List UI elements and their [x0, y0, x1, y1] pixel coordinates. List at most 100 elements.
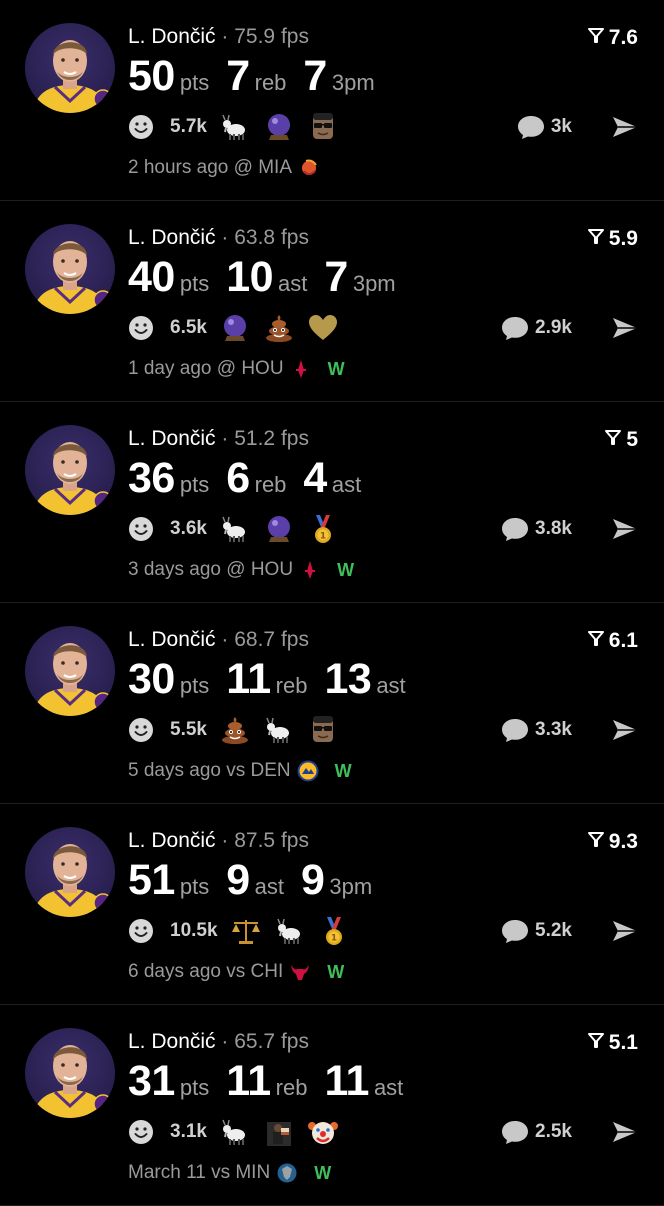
player-photo-icon: [33, 241, 113, 314]
comments-button[interactable]: 3k: [517, 113, 572, 141]
person-with-cake-emoji[interactable]: [263, 1116, 295, 1148]
goat-emoji[interactable]: [219, 1116, 251, 1148]
score-badge[interactable]: 5.1: [587, 1030, 638, 1056]
opponent-name[interactable]: MIA: [258, 157, 292, 179]
share-button[interactable]: [610, 514, 640, 544]
stat-item: 13 ast: [324, 656, 405, 702]
score-badge[interactable]: 5.9: [587, 226, 638, 252]
smiley-face-icon: [129, 718, 153, 742]
player-avatar[interactable]: [25, 425, 115, 515]
poop-emoji[interactable]: [219, 714, 251, 746]
player-photo-icon: [33, 40, 113, 113]
player-photo-icon: [33, 1045, 113, 1118]
stat-item: 10 ast: [226, 254, 307, 300]
score-badge[interactable]: 5: [604, 427, 638, 453]
crystal-ball-emoji[interactable]: [263, 513, 295, 545]
smiley-reaction-icon[interactable]: [128, 717, 162, 743]
goat-emoji[interactable]: [263, 714, 295, 746]
player-avatar[interactable]: [25, 626, 115, 716]
stat-unit: 3pm: [331, 70, 375, 95]
sunglasses-person-emoji[interactable]: [307, 714, 339, 746]
paper-plane-icon: [613, 1122, 637, 1142]
stat-value: 7: [324, 253, 348, 301]
smiley-face-icon: [129, 1120, 153, 1144]
comments-button[interactable]: 2.5k: [501, 1118, 572, 1146]
player-avatar[interactable]: [25, 224, 115, 314]
paper-plane-icon: [613, 318, 637, 338]
share-button[interactable]: [610, 715, 640, 745]
smiley-reaction-icon[interactable]: [128, 1119, 162, 1145]
smiley-reaction-icon[interactable]: [128, 315, 162, 341]
venue-prefix: vs: [226, 760, 246, 781]
score-badge[interactable]: 9.3: [587, 829, 638, 855]
smiley-reaction-icon[interactable]: [128, 918, 162, 944]
comments-button[interactable]: 2.9k: [501, 314, 572, 342]
game-post-card[interactable]: L. Dončić · 75.9 fps 7.6 50 pts 7 reb 7 3pm…: [0, 0, 664, 201]
opponent-name[interactable]: HOU: [241, 358, 283, 380]
stat-item: 36 pts: [128, 455, 209, 501]
filter-score-icon: [587, 226, 605, 252]
crystal-ball-emoji[interactable]: [263, 111, 295, 143]
player-name[interactable]: L. Dončić: [128, 427, 216, 450]
player-name[interactable]: L. Dončić: [128, 829, 216, 852]
player-name[interactable]: L. Dončić: [128, 25, 216, 48]
game-post-card[interactable]: L. Dončić · 65.7 fps 5.1 31 pts 11 reb 11 a…: [0, 1005, 664, 1206]
gold-medal-emoji[interactable]: 1: [307, 513, 339, 545]
opponent-name[interactable]: CHI: [251, 961, 284, 983]
fps-rating: 75.9 fps: [234, 25, 309, 48]
separator: ·: [221, 226, 229, 249]
fps-rating: 87.5 fps: [234, 829, 309, 852]
player-avatar[interactable]: [25, 827, 115, 917]
player-name[interactable]: L. Dončić: [128, 1030, 216, 1053]
share-button[interactable]: [610, 916, 640, 946]
gold-heart-emoji[interactable]: [307, 312, 339, 344]
score-value: 6.1: [608, 629, 638, 652]
comments-button[interactable]: 5.2k: [501, 917, 572, 945]
player-name[interactable]: L. Dončić: [128, 628, 216, 651]
goat-emoji[interactable]: [274, 915, 306, 947]
comments-button[interactable]: 3.8k: [501, 515, 572, 543]
stat-line: 40 pts 10 ast 7 3pm: [128, 254, 413, 300]
opponent-name[interactable]: MIN: [235, 1162, 270, 1184]
reaction-count: 3.1k: [170, 1121, 207, 1142]
game-post-card[interactable]: L. Dončić · 51.2 fps 5 36 pts 6 reb 4 ast 3…: [0, 402, 664, 603]
smiley-reaction-icon[interactable]: [128, 114, 162, 140]
score-badge[interactable]: 6.1: [587, 628, 638, 654]
player-photo-icon: [33, 643, 113, 716]
sunglasses-person-emoji[interactable]: [307, 111, 339, 143]
game-meta: 5 days ago vs DEN W: [128, 758, 352, 784]
share-button[interactable]: [610, 112, 640, 142]
comments-button[interactable]: 3.3k: [501, 716, 572, 744]
gold-medal-emoji[interactable]: 1: [318, 915, 350, 947]
comment-count: 5.2k: [535, 920, 572, 941]
crystal-ball-emoji[interactable]: [219, 312, 251, 344]
share-button[interactable]: [610, 1117, 640, 1147]
smiley-reaction-icon[interactable]: [128, 516, 162, 542]
opponent-name[interactable]: HOU: [251, 559, 293, 581]
stat-value: 51: [128, 856, 175, 904]
clown-emoji[interactable]: [307, 1116, 339, 1148]
fps-rating: 68.7 fps: [234, 628, 309, 651]
scales-emoji[interactable]: [230, 915, 262, 947]
game-post-card[interactable]: L. Dončić · 68.7 fps 6.1 30 pts 11 reb 13 a…: [0, 603, 664, 804]
comment-bubble-icon: [517, 114, 551, 140]
score-badge[interactable]: 7.6: [587, 25, 638, 51]
comment-bubble-shape: [502, 317, 529, 340]
poop-emoji[interactable]: [263, 312, 295, 344]
player-avatar[interactable]: [25, 1028, 115, 1118]
stat-unit: 3pm: [352, 271, 396, 296]
post-header: L. Dončić · 75.9 fps: [128, 24, 309, 50]
player-name[interactable]: L. Dončić: [128, 226, 216, 249]
game-post-card[interactable]: L. Dončić · 63.8 fps 5.9 40 pts 10 ast 7 3p…: [0, 201, 664, 402]
share-button[interactable]: [610, 313, 640, 343]
game-post-card[interactable]: L. Dončić · 87.5 fps 9.3 51 pts 9 ast 9 3pm…: [0, 804, 664, 1005]
goat-emoji[interactable]: [219, 513, 251, 545]
game-result: W: [337, 559, 355, 580]
player-avatar[interactable]: [25, 23, 115, 113]
game-time: March 11: [128, 1162, 206, 1183]
opponent-name[interactable]: DEN: [251, 760, 291, 782]
goat-emoji[interactable]: [219, 111, 251, 143]
separator: ·: [221, 1030, 229, 1053]
game-result: W: [327, 358, 345, 379]
stat-value: 11: [324, 1057, 369, 1105]
